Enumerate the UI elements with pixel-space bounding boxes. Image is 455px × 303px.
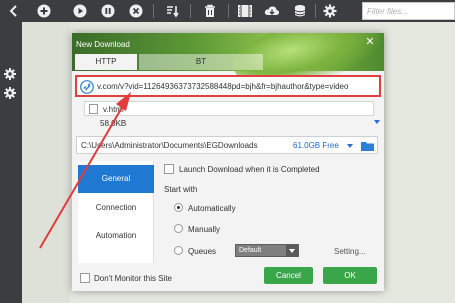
stop-icon[interactable] xyxy=(128,3,144,19)
nav-item-connection[interactable]: Connection xyxy=(78,194,154,222)
radio-manually[interactable] xyxy=(174,224,183,233)
file-size-value: 58.0KB xyxy=(100,119,127,128)
launch-when-complete-label: Launch Download when it is Completed xyxy=(179,165,320,174)
radio-automatically-label: Automatically xyxy=(188,204,236,213)
chevron-down-icon[interactable] xyxy=(347,144,353,148)
options-nav: General Connection Automation xyxy=(78,161,154,263)
nav-item-automation[interactable]: Automation xyxy=(78,222,154,250)
settings-link[interactable]: Setting... xyxy=(334,247,366,256)
cloud-download-icon[interactable] xyxy=(264,3,280,19)
gear-icon[interactable] xyxy=(3,86,19,102)
dialog-title: New Download xyxy=(76,40,130,49)
queue-select[interactable]: Default xyxy=(235,244,299,257)
tab-http[interactable]: HTTP xyxy=(75,54,137,70)
background-panel xyxy=(22,22,70,303)
new-download-dialog: New Download ✕ HTTP BT v.com/v?vid=11264… xyxy=(72,33,384,291)
file-icon xyxy=(89,104,98,114)
toolbar-separator xyxy=(153,4,154,18)
left-arrow-icon[interactable] xyxy=(6,3,22,19)
save-path-value: C:\Users\Administrator\Documents\EGDownl… xyxy=(81,141,258,150)
file-name-field[interactable]: v.html xyxy=(84,101,374,116)
radio-queues[interactable] xyxy=(174,246,183,255)
ok-button[interactable]: OK xyxy=(323,267,377,284)
left-sidebar xyxy=(0,22,22,303)
link-icon xyxy=(80,80,94,94)
queue-select-value: Default xyxy=(239,247,262,254)
dont-monitor-checkbox[interactable] xyxy=(80,273,90,283)
folder-icon[interactable] xyxy=(361,141,374,151)
gear-icon[interactable] xyxy=(322,3,338,19)
toolbar-separator xyxy=(190,4,191,18)
launch-when-complete-checkbox[interactable] xyxy=(164,164,174,174)
database-icon[interactable] xyxy=(292,3,308,19)
file-name-value: v.html xyxy=(103,105,124,114)
pause-icon[interactable] xyxy=(100,3,116,19)
nav-item-general[interactable]: General xyxy=(78,165,154,193)
sort-icon[interactable] xyxy=(164,3,180,19)
video-icon[interactable] xyxy=(237,3,253,19)
start-with-label: Start with xyxy=(164,185,198,194)
toolbar-separator xyxy=(228,4,229,18)
gear-icon[interactable] xyxy=(3,67,19,83)
play-icon[interactable] xyxy=(72,3,88,19)
add-icon[interactable] xyxy=(36,3,52,19)
save-path-field[interactable]: C:\Users\Administrator\Documents\EGDownl… xyxy=(76,136,378,154)
filter-files-input[interactable]: Filter files... xyxy=(362,2,455,20)
chevron-down-icon[interactable] xyxy=(374,120,380,124)
url-input[interactable]: v.com/v?vid=11264936373732588448pd=bjh&f… xyxy=(75,75,381,97)
url-value: v.com/v?vid=11264936373732588448pd=bjh&f… xyxy=(97,82,349,91)
toolbar-separator xyxy=(315,4,316,18)
main-toolbar: Filter files... xyxy=(0,0,455,22)
radio-automatically[interactable] xyxy=(174,203,183,212)
chevron-down-icon[interactable] xyxy=(286,245,298,256)
tab-bt[interactable]: BT xyxy=(139,54,263,70)
cancel-button[interactable]: Cancel xyxy=(264,267,313,284)
delete-icon[interactable] xyxy=(202,3,218,19)
file-size-row: 58.0KB xyxy=(84,117,380,131)
radio-queues-label: Queues xyxy=(188,247,217,256)
dont-monitor-label: Don't Monitor this Site xyxy=(94,274,173,283)
free-space-value: 61.0GB Free xyxy=(293,141,339,150)
close-icon[interactable]: ✕ xyxy=(364,36,376,48)
radio-manually-label: Manually xyxy=(188,225,221,234)
